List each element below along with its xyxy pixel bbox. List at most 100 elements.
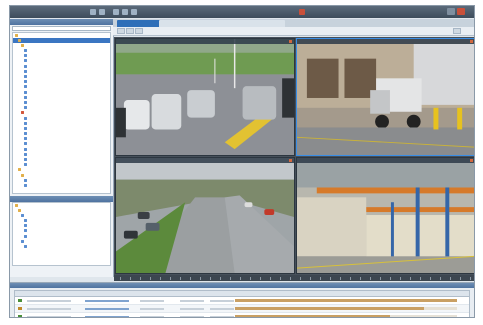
camera-icon <box>24 178 27 182</box>
camera-icon <box>24 142 27 146</box>
close-button[interactable] <box>457 8 465 15</box>
camera-feed-highway <box>116 158 294 273</box>
camera-icon <box>24 126 27 130</box>
close-icon[interactable] <box>289 159 292 162</box>
timeline-bar[interactable] <box>114 275 474 281</box>
timeline-tick <box>350 277 351 280</box>
cell-placeholder <box>210 315 234 317</box>
layout-2x2-button[interactable] <box>126 28 134 34</box>
camera-icon <box>24 147 27 151</box>
close-icon[interactable] <box>289 40 292 43</box>
table-row[interactable] <box>15 305 469 313</box>
timeline-tick <box>290 277 291 280</box>
timeline-tick <box>200 277 201 280</box>
camera-icon <box>24 224 27 228</box>
timeline-tick <box>310 277 311 280</box>
camera-icon <box>24 95 27 99</box>
view-tabs <box>113 19 474 27</box>
camera-title <box>116 39 294 44</box>
timeline-tick <box>240 277 241 280</box>
timeline-tick <box>460 277 461 280</box>
timeline-tick <box>360 277 361 280</box>
camera-grid <box>114 37 474 275</box>
layout-3x3-button[interactable] <box>135 28 143 34</box>
camera-icon <box>24 54 27 58</box>
cell-placeholder <box>210 307 234 310</box>
results-table <box>14 290 470 317</box>
camera-title <box>297 158 474 163</box>
folder-icon <box>15 203 18 207</box>
timeline-tick <box>230 277 231 280</box>
app-window <box>9 5 475 318</box>
timeline-tick <box>420 277 421 280</box>
timeline-tick <box>170 277 171 280</box>
camera-icon <box>24 229 27 233</box>
timeline-tick <box>450 277 451 280</box>
table-row[interactable] <box>15 297 469 305</box>
camera-tile-highway[interactable] <box>115 157 295 274</box>
cell-placeholder <box>210 299 234 302</box>
camera-icon <box>24 183 27 187</box>
minimize-button[interactable] <box>447 8 455 15</box>
play-icon[interactable] <box>113 9 119 15</box>
record-icon[interactable] <box>122 9 128 15</box>
tab-live[interactable] <box>117 20 163 27</box>
tree-item[interactable] <box>13 245 110 250</box>
timeline-tick <box>300 277 301 280</box>
tree-item[interactable] <box>13 183 110 188</box>
cell-placeholder <box>140 307 164 310</box>
camera-icon <box>24 80 27 84</box>
folder-icon <box>15 33 18 37</box>
forward-icon[interactable] <box>99 9 105 15</box>
camera-icon <box>24 85 27 89</box>
camera-icon <box>24 245 27 248</box>
fullscreen-button[interactable] <box>453 28 461 34</box>
timeline-tick <box>430 277 431 280</box>
tab-playback[interactable] <box>159 20 227 27</box>
folder-icon <box>21 173 24 177</box>
status-icon <box>18 307 22 310</box>
camera-icon <box>24 59 27 63</box>
timeline-tick <box>390 277 391 280</box>
results-header <box>10 283 474 288</box>
timeline-tick <box>340 277 341 280</box>
progress-fill <box>235 299 457 302</box>
camera-icon <box>21 239 24 243</box>
close-icon[interactable] <box>470 159 473 162</box>
camera-icon <box>24 152 27 156</box>
tab-search[interactable] <box>223 20 285 27</box>
timeline-tick <box>440 277 441 280</box>
cell-placeholder <box>85 315 129 317</box>
timeline-tick <box>470 277 471 280</box>
view-toolbar <box>113 27 474 36</box>
cell-placeholder <box>140 315 164 317</box>
folder-icon <box>18 38 21 42</box>
snapshot-icon[interactable] <box>131 9 137 15</box>
cell-placeholder <box>27 307 71 310</box>
camera-icon <box>24 163 27 167</box>
camera-tile-parking[interactable] <box>115 38 295 156</box>
camera-tile-loading-dock[interactable] <box>296 38 474 156</box>
timeline-tick <box>190 277 191 280</box>
table-row[interactable] <box>15 313 469 317</box>
camera-tile-warehouse[interactable] <box>296 157 474 274</box>
back-icon[interactable] <box>90 9 96 15</box>
camera-feed-warehouse <box>297 158 474 273</box>
timeline-tick <box>120 277 121 280</box>
camera-icon <box>24 158 27 161</box>
system-tree[interactable] <box>12 32 111 194</box>
cell-placeholder <box>85 299 129 302</box>
camera-icon <box>24 121 27 125</box>
close-icon[interactable] <box>470 40 473 43</box>
camera-icon <box>24 64 27 68</box>
timeline-tick <box>320 277 321 280</box>
camera-icon <box>24 75 27 78</box>
layout-1x1-button[interactable] <box>117 28 125 34</box>
cell-placeholder <box>27 315 71 317</box>
layouts-tree[interactable] <box>12 202 111 266</box>
alarm-icon[interactable] <box>299 9 305 15</box>
search-input[interactable] <box>12 26 111 31</box>
title-bar <box>10 6 474 18</box>
table-rows <box>15 297 469 317</box>
cell-placeholder <box>180 307 204 310</box>
